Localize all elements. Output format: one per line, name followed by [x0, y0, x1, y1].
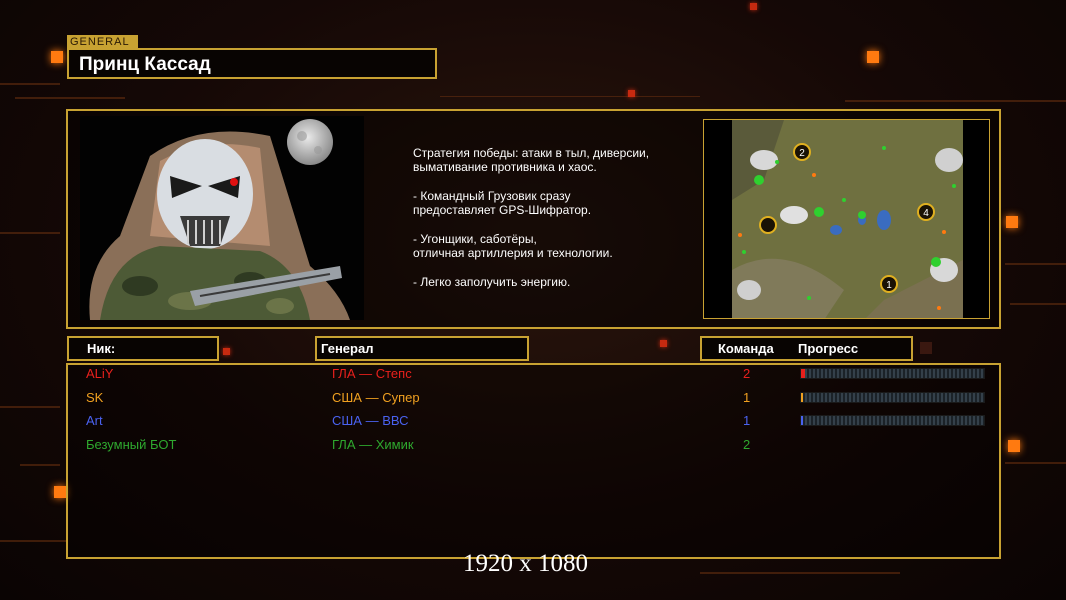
- progress-fill: [801, 369, 805, 378]
- general-name: Принц Кассад: [79, 54, 211, 75]
- general-description: Стратегия победы: атаки в тыл, диверсии,…: [413, 146, 650, 289]
- glow-square: [1006, 216, 1018, 228]
- bg-line: [700, 572, 900, 574]
- map-marker: 1: [886, 280, 892, 291]
- progress-bar: [800, 391, 985, 403]
- progress-fill: [801, 416, 803, 425]
- player-general: ГЛА — Степс: [332, 366, 412, 381]
- bg-line: [845, 100, 1066, 102]
- map-preview[interactable]: 2 4 1: [703, 119, 990, 319]
- general-name-box: Принц Кассад: [67, 48, 437, 79]
- progress-bar: [800, 368, 985, 379]
- player-general: США — ВВС: [332, 413, 409, 428]
- glow-square: [223, 348, 230, 355]
- map-marker: 2: [799, 148, 805, 159]
- player-row[interactable]: SK США — Супер 1: [0, 390, 1066, 410]
- glow-square: [920, 342, 932, 354]
- header-team-progress: Команда Прогресс: [700, 336, 913, 361]
- glow-square: [750, 3, 757, 10]
- player-team: 1: [743, 413, 751, 428]
- progress-bar: [800, 415, 985, 426]
- player-nick: Art: [86, 413, 103, 428]
- glow-square: [54, 486, 66, 498]
- header-progress: Прогресс: [798, 341, 859, 356]
- player-row[interactable]: Безумный БОТ ГЛА — Химик 2: [0, 437, 1066, 457]
- player-team: 2: [743, 366, 751, 381]
- player-team: 2: [743, 436, 751, 452]
- header-nick: Ник:: [67, 336, 219, 361]
- general-tag: GENERAL: [67, 35, 138, 49]
- glow-square: [660, 340, 667, 347]
- bg-line: [1005, 462, 1066, 464]
- player-nick: Безумный БОТ: [86, 436, 177, 452]
- bg-line: [1005, 263, 1066, 265]
- header-team: Команда: [718, 341, 774, 356]
- player-general: ГЛА — Химик: [332, 436, 414, 452]
- glow-square: [51, 51, 63, 63]
- player-row[interactable]: ALiY ГЛА — Степс 2: [0, 366, 1066, 386]
- player-nick: SK: [86, 389, 104, 405]
- player-row[interactable]: Art США — ВВС 1: [0, 413, 1066, 433]
- bg-line: [0, 83, 60, 85]
- player-general: США — Супер: [332, 389, 420, 405]
- glow-square: [867, 51, 879, 63]
- header-general: Генерал: [315, 336, 529, 361]
- player-team: 1: [743, 389, 751, 405]
- map-marker: 4: [923, 208, 929, 219]
- bg-line: [0, 540, 66, 542]
- progress-fill: [801, 392, 803, 402]
- bg-line: [15, 97, 125, 99]
- bg-line: [20, 464, 60, 466]
- resolution-label: 1920 x 1080: [463, 550, 588, 577]
- bg-line: [0, 232, 60, 234]
- bg-line: [440, 96, 700, 97]
- bg-line: [1010, 303, 1066, 305]
- glow-square: [628, 90, 635, 97]
- player-nick: ALiY: [86, 366, 114, 381]
- general-portrait: [80, 116, 364, 320]
